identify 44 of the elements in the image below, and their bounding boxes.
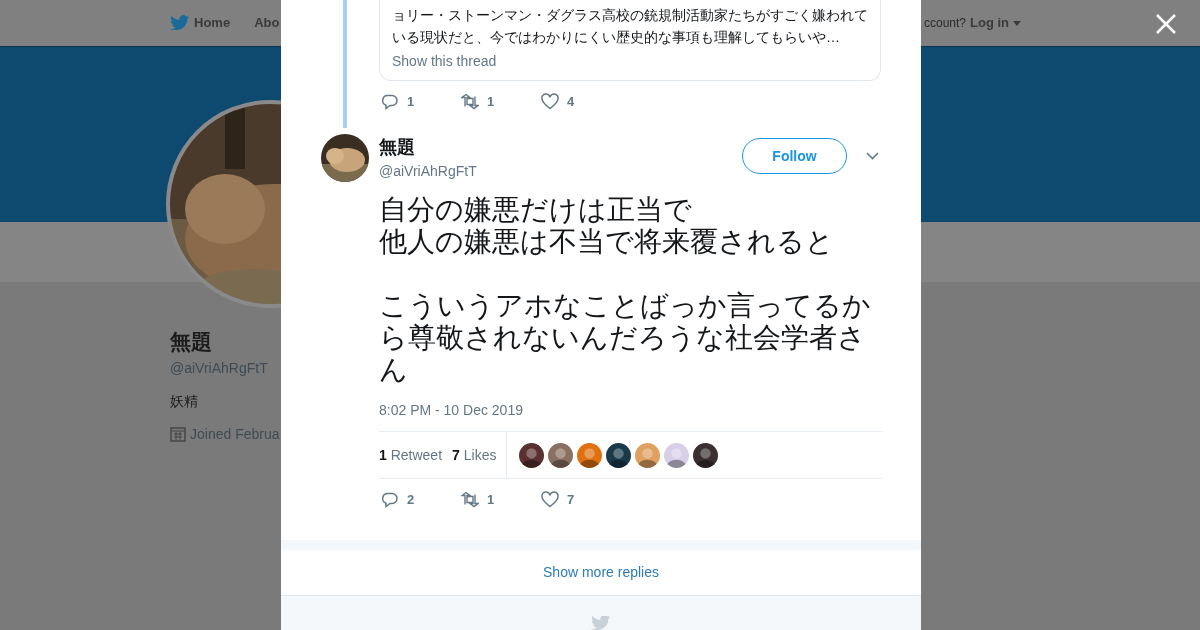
calendar-icon <box>170 426 186 442</box>
reply-icon[interactable] <box>381 93 399 111</box>
likes-count[interactable]: 7 Likes <box>452 444 497 466</box>
liker-avatar[interactable] <box>519 442 545 468</box>
liker-avatar[interactable] <box>548 442 574 468</box>
retweet-icon[interactable] <box>461 93 479 111</box>
action-count: 7 <box>567 491 575 509</box>
quoted-tweet-card[interactable]: ョリー・ストーンマン・ダグラス高校の銃規制活動家たちがすごく嫌われて いる現状だと、今ではわかりにくい歴史的な事項も理解してもらいや… Show this thread <box>379 0 881 81</box>
heart-icon[interactable] <box>541 93 559 111</box>
caret-icon <box>1013 20 1021 26</box>
action-count: 1 <box>487 491 495 509</box>
tweet-text-line: こういうアホなことばっか言ってるから尊敬されないんだろうな社会学者さん <box>379 290 872 386</box>
reply-icon[interactable] <box>381 491 399 509</box>
profile-bio: 妖精 <box>170 391 198 411</box>
show-more-replies-link[interactable]: Show more replies <box>537 561 665 584</box>
action-count: 1 <box>487 93 495 111</box>
tweet-timestamp[interactable]: 8:02 PM - 10 Dec 2019 <box>379 400 523 421</box>
retweet-icon[interactable] <box>461 491 479 509</box>
profile-name: 無題 <box>170 329 212 355</box>
nav-link[interactable]: Abo <box>254 13 280 33</box>
join-date: Joined Februa <box>190 424 280 444</box>
heart-icon[interactable] <box>541 491 559 509</box>
author-name[interactable]: 無題 <box>379 134 477 161</box>
follow-button[interactable]: Follow <box>742 138 847 174</box>
quoted-tweet-line: ョリー・ストーンマン・ダグラス高校の銃規制活動家たちがすごく嫌われて <box>392 6 868 25</box>
liker-avatar[interactable] <box>606 442 632 468</box>
show-thread-link[interactable]: Show this thread <box>392 50 868 72</box>
profile-handle: @aiVriAhRgFtT <box>170 358 268 378</box>
account-prompt: ccount? <box>923 15 966 32</box>
bird-icon <box>591 616 611 630</box>
nav-link-home[interactable]: Home <box>194 13 231 33</box>
quoted-tweet-line: いる現状だと、今ではわかりにくい歴史的な事項も理解してもらいや… <box>392 28 841 47</box>
close-icon[interactable] <box>1155 13 1177 35</box>
liker-avatar[interactable] <box>577 442 603 468</box>
retweet-count[interactable]: 1 Retweet <box>379 444 443 466</box>
tweet-text-line: 他人の嫌悪は不当で将来覆されると <box>379 226 835 258</box>
chevron-down-icon[interactable] <box>866 152 879 160</box>
login-link[interactable]: Log in <box>970 13 1009 33</box>
action-count: 1 <box>407 93 415 111</box>
liker-avatar[interactable] <box>693 442 719 468</box>
action-count: 2 <box>407 491 415 509</box>
action-count: 4 <box>567 93 575 111</box>
author-handle[interactable]: @aiVriAhRgFtT <box>379 161 477 182</box>
tweet-text-line: 自分の嫌悪だけは正当で <box>379 194 693 226</box>
